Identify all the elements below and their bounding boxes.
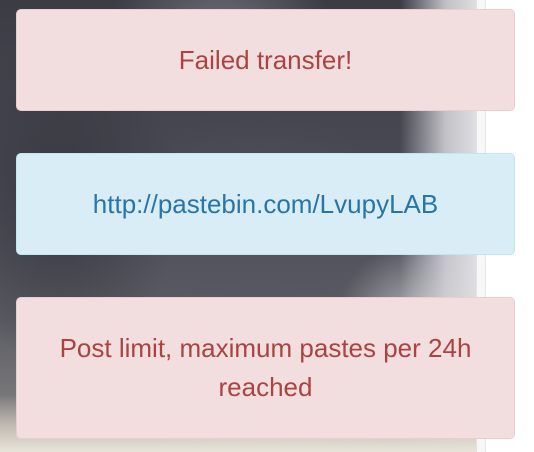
alert-message: Post limit, maximum pastes per 24h reach… <box>59 333 472 402</box>
paste-link-alert: http://pastebin.com/LvupyLAB <box>16 153 515 255</box>
paste-link[interactable]: http://pastebin.com/LvupyLAB <box>93 185 438 224</box>
failed-transfer-alert: Failed transfer! <box>16 9 515 111</box>
post-limit-alert: Post limit, maximum pastes per 24h reach… <box>16 297 515 439</box>
page: Failed transfer! http://pastebin.com/Lvu… <box>0 0 534 452</box>
alert-message: Failed transfer! <box>178 44 353 75</box>
